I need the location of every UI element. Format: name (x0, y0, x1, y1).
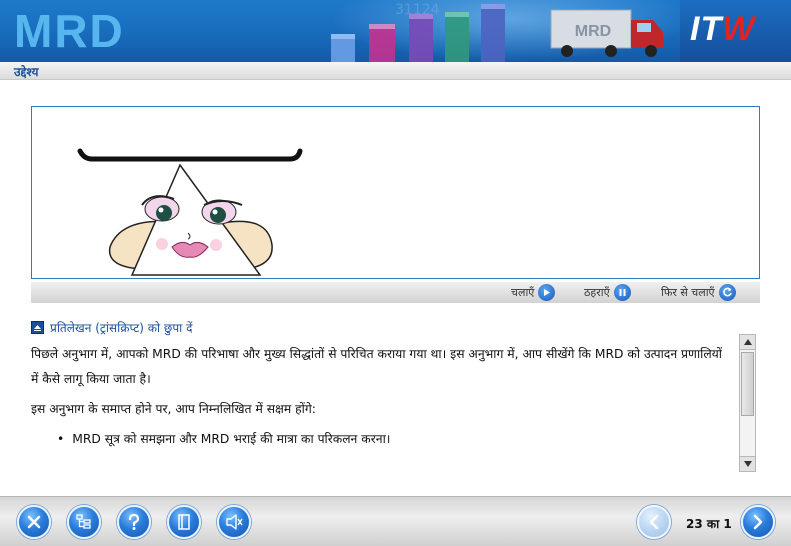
play-icon (538, 284, 556, 301)
svg-text:31124: 31124 (395, 2, 440, 18)
transcript-toggle-label: प्रतिलेखन (ट्रांसक्रिप्ट) को छुपा दें (50, 320, 193, 335)
transcript-paragraph-1: पिछले अनुभाग में, आपको MRD की परिभाषा और… (31, 347, 722, 386)
tree-menu-icon (76, 514, 91, 529)
transcript-paragraph-2: इस अनुभाग के समाप्त होने पर, आप निम्नलिख… (31, 402, 316, 416)
animation-frame (31, 106, 760, 279)
play-button[interactable]: चलाएँ (511, 284, 556, 301)
list-item: MRD सूत्र को समझना और MRD भराई की मात्रा… (57, 427, 731, 452)
scroll-thumb[interactable] (741, 352, 754, 416)
section-bar: उद्देश्य (0, 62, 791, 80)
section-title: उद्देश्य (14, 65, 39, 79)
pause-icon (613, 284, 631, 301)
speaker-icon (226, 514, 243, 530)
transcript-text: पिछले अनुभाग में, आपको MRD की परिभाषा और… (31, 342, 731, 467)
transcript-toggle[interactable]: प्रतिलेखन (ट्रांसक्रिप्ट) को छुपा दें (31, 318, 192, 336)
menu-button[interactable] (67, 505, 101, 539)
pause-label: ठहराएँ (584, 286, 610, 299)
close-icon (27, 515, 41, 529)
scroll-down-button[interactable] (740, 456, 755, 471)
truck-label: MRD (575, 23, 611, 40)
help-button[interactable] (117, 505, 151, 539)
exit-button[interactable] (17, 505, 51, 539)
replay-label: फिर से चलाएँ (661, 286, 715, 299)
itw-logo-it: IT (690, 10, 723, 48)
help-icon (128, 513, 140, 530)
collapse-icon (31, 320, 44, 334)
objectives-list: MRD सूत्र को समझना और MRD भराई की मात्रा… (57, 427, 731, 452)
scroll-up-button[interactable] (740, 335, 755, 350)
character-illustration (77, 148, 303, 276)
arrow-up-icon (743, 339, 752, 345)
footer-toolbar: 23 का 1 (0, 496, 791, 546)
glossary-button[interactable] (167, 505, 201, 539)
page-indicator: 23 का 1 (686, 517, 732, 531)
itw-logo: ITW (690, 10, 755, 49)
previous-page-button[interactable] (637, 505, 671, 539)
book-icon (178, 514, 190, 530)
app-header: MRD 31124 MRD ITW (0, 0, 791, 62)
chevron-left-icon (649, 514, 659, 530)
replay-button[interactable]: फिर से चलाएँ (661, 284, 736, 301)
replay-icon (718, 284, 736, 301)
chevron-right-icon (753, 514, 763, 530)
itw-logo-w: W (722, 10, 756, 48)
transcript-scrollbar[interactable] (739, 334, 756, 472)
arrow-down-icon (743, 461, 752, 467)
media-controls: चलाएँ ठहराएँ फिर से चलाएँ (31, 282, 760, 303)
play-label: चलाएँ (511, 286, 535, 299)
truck-graphic: MRD (545, 4, 675, 62)
next-page-button[interactable] (741, 505, 775, 539)
app-logo: MRD (14, 5, 125, 57)
audio-button[interactable] (217, 505, 251, 539)
pause-button[interactable]: ठहराएँ (584, 284, 631, 301)
